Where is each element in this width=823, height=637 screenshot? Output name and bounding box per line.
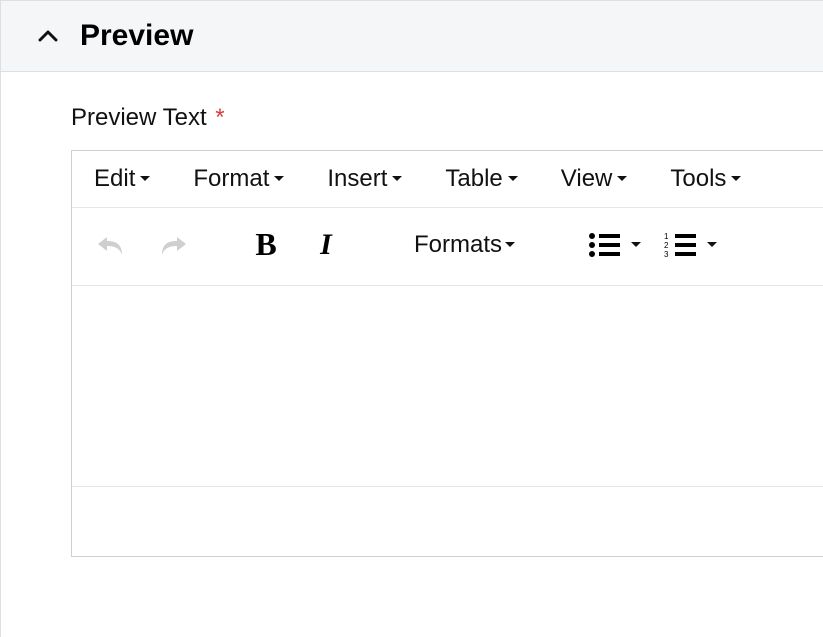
svg-text:1: 1 <box>664 232 669 241</box>
collapse-toggle[interactable] <box>36 24 60 48</box>
formats-label: Formats <box>414 231 502 259</box>
editor-content-area[interactable] <box>72 286 823 486</box>
menu-insert-label: Insert <box>327 165 387 193</box>
chevron-up-icon <box>38 29 58 43</box>
caret-down-icon <box>273 175 285 183</box>
menu-table[interactable]: Table <box>445 165 518 193</box>
menu-edit[interactable]: Edit <box>94 165 151 193</box>
panel-title: Preview <box>80 19 193 53</box>
editor-statusbar <box>72 486 823 556</box>
redo-button[interactable] <box>154 229 194 261</box>
menu-format[interactable]: Format <box>193 165 285 193</box>
field-label: Preview Text * <box>71 104 823 132</box>
caret-down-icon <box>630 241 642 249</box>
svg-text:3: 3 <box>664 250 669 258</box>
menu-table-label: Table <box>445 165 502 193</box>
menu-tools[interactable]: Tools <box>670 165 742 193</box>
caret-down-icon <box>504 241 516 249</box>
required-asterisk: * <box>215 104 224 131</box>
bullet-list-menu[interactable] <box>630 241 642 249</box>
numbered-list-icon: 1 2 3 <box>664 232 696 258</box>
undo-icon <box>96 233 124 257</box>
menu-view-label: View <box>561 165 613 193</box>
numbered-list-menu[interactable] <box>706 241 718 249</box>
field-label-text: Preview Text <box>71 104 207 131</box>
bold-button[interactable]: B <box>248 222 284 267</box>
toolbar: B I Formats <box>72 208 823 286</box>
caret-down-icon <box>616 175 628 183</box>
caret-down-icon <box>706 241 718 249</box>
caret-down-icon <box>139 175 151 183</box>
bullet-list-icon <box>588 232 620 258</box>
menu-view[interactable]: View <box>561 165 629 193</box>
menu-tools-label: Tools <box>670 165 726 193</box>
panel-header: Preview <box>1 1 823 72</box>
menu-edit-label: Edit <box>94 165 135 193</box>
menubar: Edit Format Insert <box>72 151 823 208</box>
menu-insert[interactable]: Insert <box>327 165 403 193</box>
menu-format-label: Format <box>193 165 269 193</box>
svg-text:2: 2 <box>664 241 669 250</box>
italic-button[interactable]: I <box>308 224 344 266</box>
undo-button[interactable] <box>90 229 130 261</box>
panel-body: Preview Text * Edit Format Ins <box>1 72 823 557</box>
caret-down-icon <box>391 175 403 183</box>
caret-down-icon <box>730 175 742 183</box>
bullet-list-button[interactable] <box>588 232 620 258</box>
formats-dropdown[interactable]: Formats <box>414 231 516 259</box>
redo-icon <box>160 233 188 257</box>
numbered-list-button[interactable]: 1 2 3 <box>664 232 696 258</box>
rich-text-editor: Edit Format Insert <box>71 150 823 557</box>
caret-down-icon <box>507 175 519 183</box>
